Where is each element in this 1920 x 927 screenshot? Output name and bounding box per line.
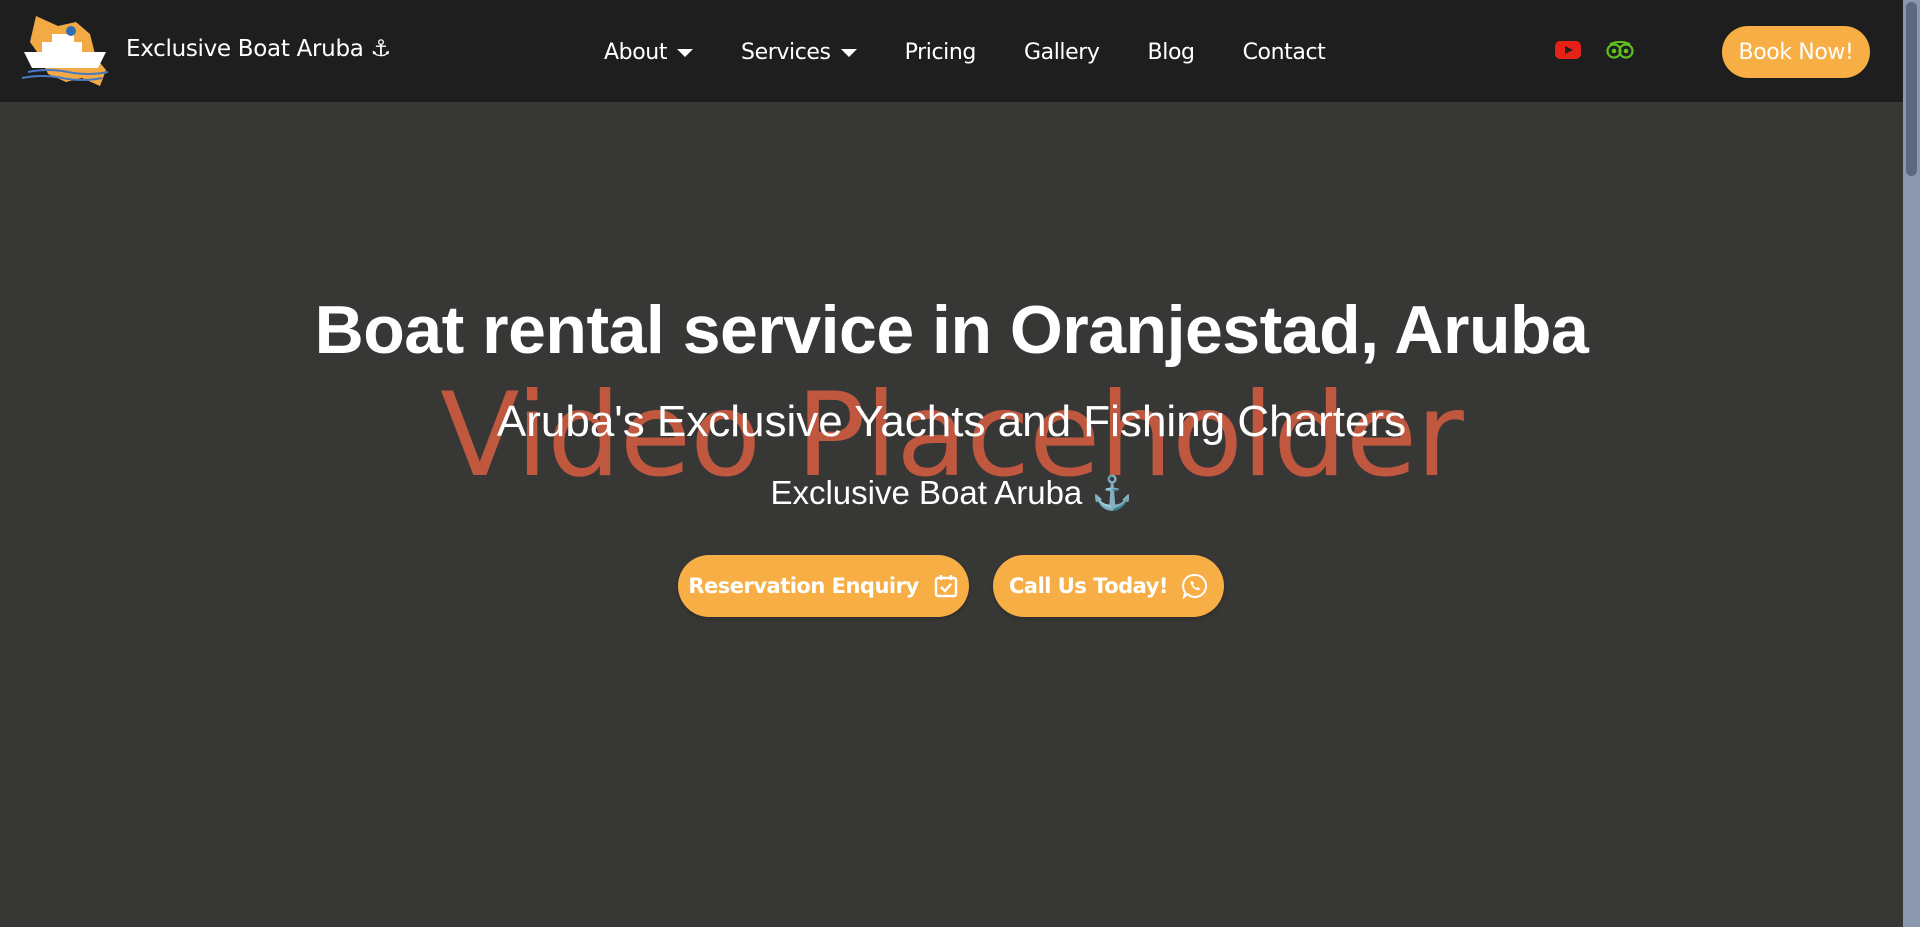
call-us-button[interactable]: Call Us Today!: [993, 555, 1224, 617]
hero-brand: Exclusive Boat Aruba ⚓: [770, 474, 1133, 511]
logo-icon[interactable]: [18, 12, 112, 90]
nav-item-label: About: [604, 39, 668, 65]
book-now-button[interactable]: Book Now!: [1722, 26, 1870, 78]
nav-item-label: Gallery: [1023, 39, 1100, 65]
site-header: Exclusive Boat Aruba ⚓ About Services Pr…: [0, 0, 1903, 102]
scrollbar[interactable]: [1903, 0, 1920, 927]
youtube-icon[interactable]: [1555, 41, 1581, 59]
tripadvisor-icon[interactable]: [1606, 41, 1634, 59]
nav-item-label: Blog: [1147, 39, 1195, 65]
nav-item-about[interactable]: About: [604, 39, 694, 65]
nav-item-label: Services: [741, 39, 831, 65]
brand-name[interactable]: Exclusive Boat Aruba ⚓: [126, 36, 391, 62]
page: Exclusive Boat Aruba ⚓ About Services Pr…: [0, 0, 1920, 927]
nav-item-pricing[interactable]: Pricing: [904, 39, 977, 65]
nav-item-label: Pricing: [904, 39, 977, 65]
hero-section: Exclusive Boat Aruba ⚓ About Services Pr…: [0, 0, 1903, 927]
caret-down-icon: [840, 49, 857, 57]
reservation-enquiry-button[interactable]: Reservation Enquiry: [678, 555, 969, 617]
nav-item-label: Contact: [1242, 39, 1326, 65]
calendar-check-icon: [934, 575, 957, 598]
nav-item-services[interactable]: Services: [741, 40, 857, 65]
main-nav: About Services Pricing Gallery Blog Cont…: [604, 36, 1326, 68]
nav-item-contact[interactable]: Contact: [1243, 40, 1326, 65]
button-label: Reservation Enquiry: [688, 574, 919, 598]
caret-down-icon: [677, 49, 694, 57]
scrollbar-thumb[interactable]: [1906, 2, 1917, 176]
hero-subtitle: Aruba's Exclusive Yachts and Fishing Cha…: [496, 397, 1407, 446]
hero-title: Boat rental service in Oranjestad, Aruba: [314, 292, 1589, 368]
nav-item-gallery[interactable]: Gallery: [1024, 40, 1100, 65]
button-label: Call Us Today!: [1009, 574, 1168, 598]
whatsapp-icon: [1182, 573, 1207, 599]
nav-item-blog[interactable]: Blog: [1148, 40, 1195, 65]
